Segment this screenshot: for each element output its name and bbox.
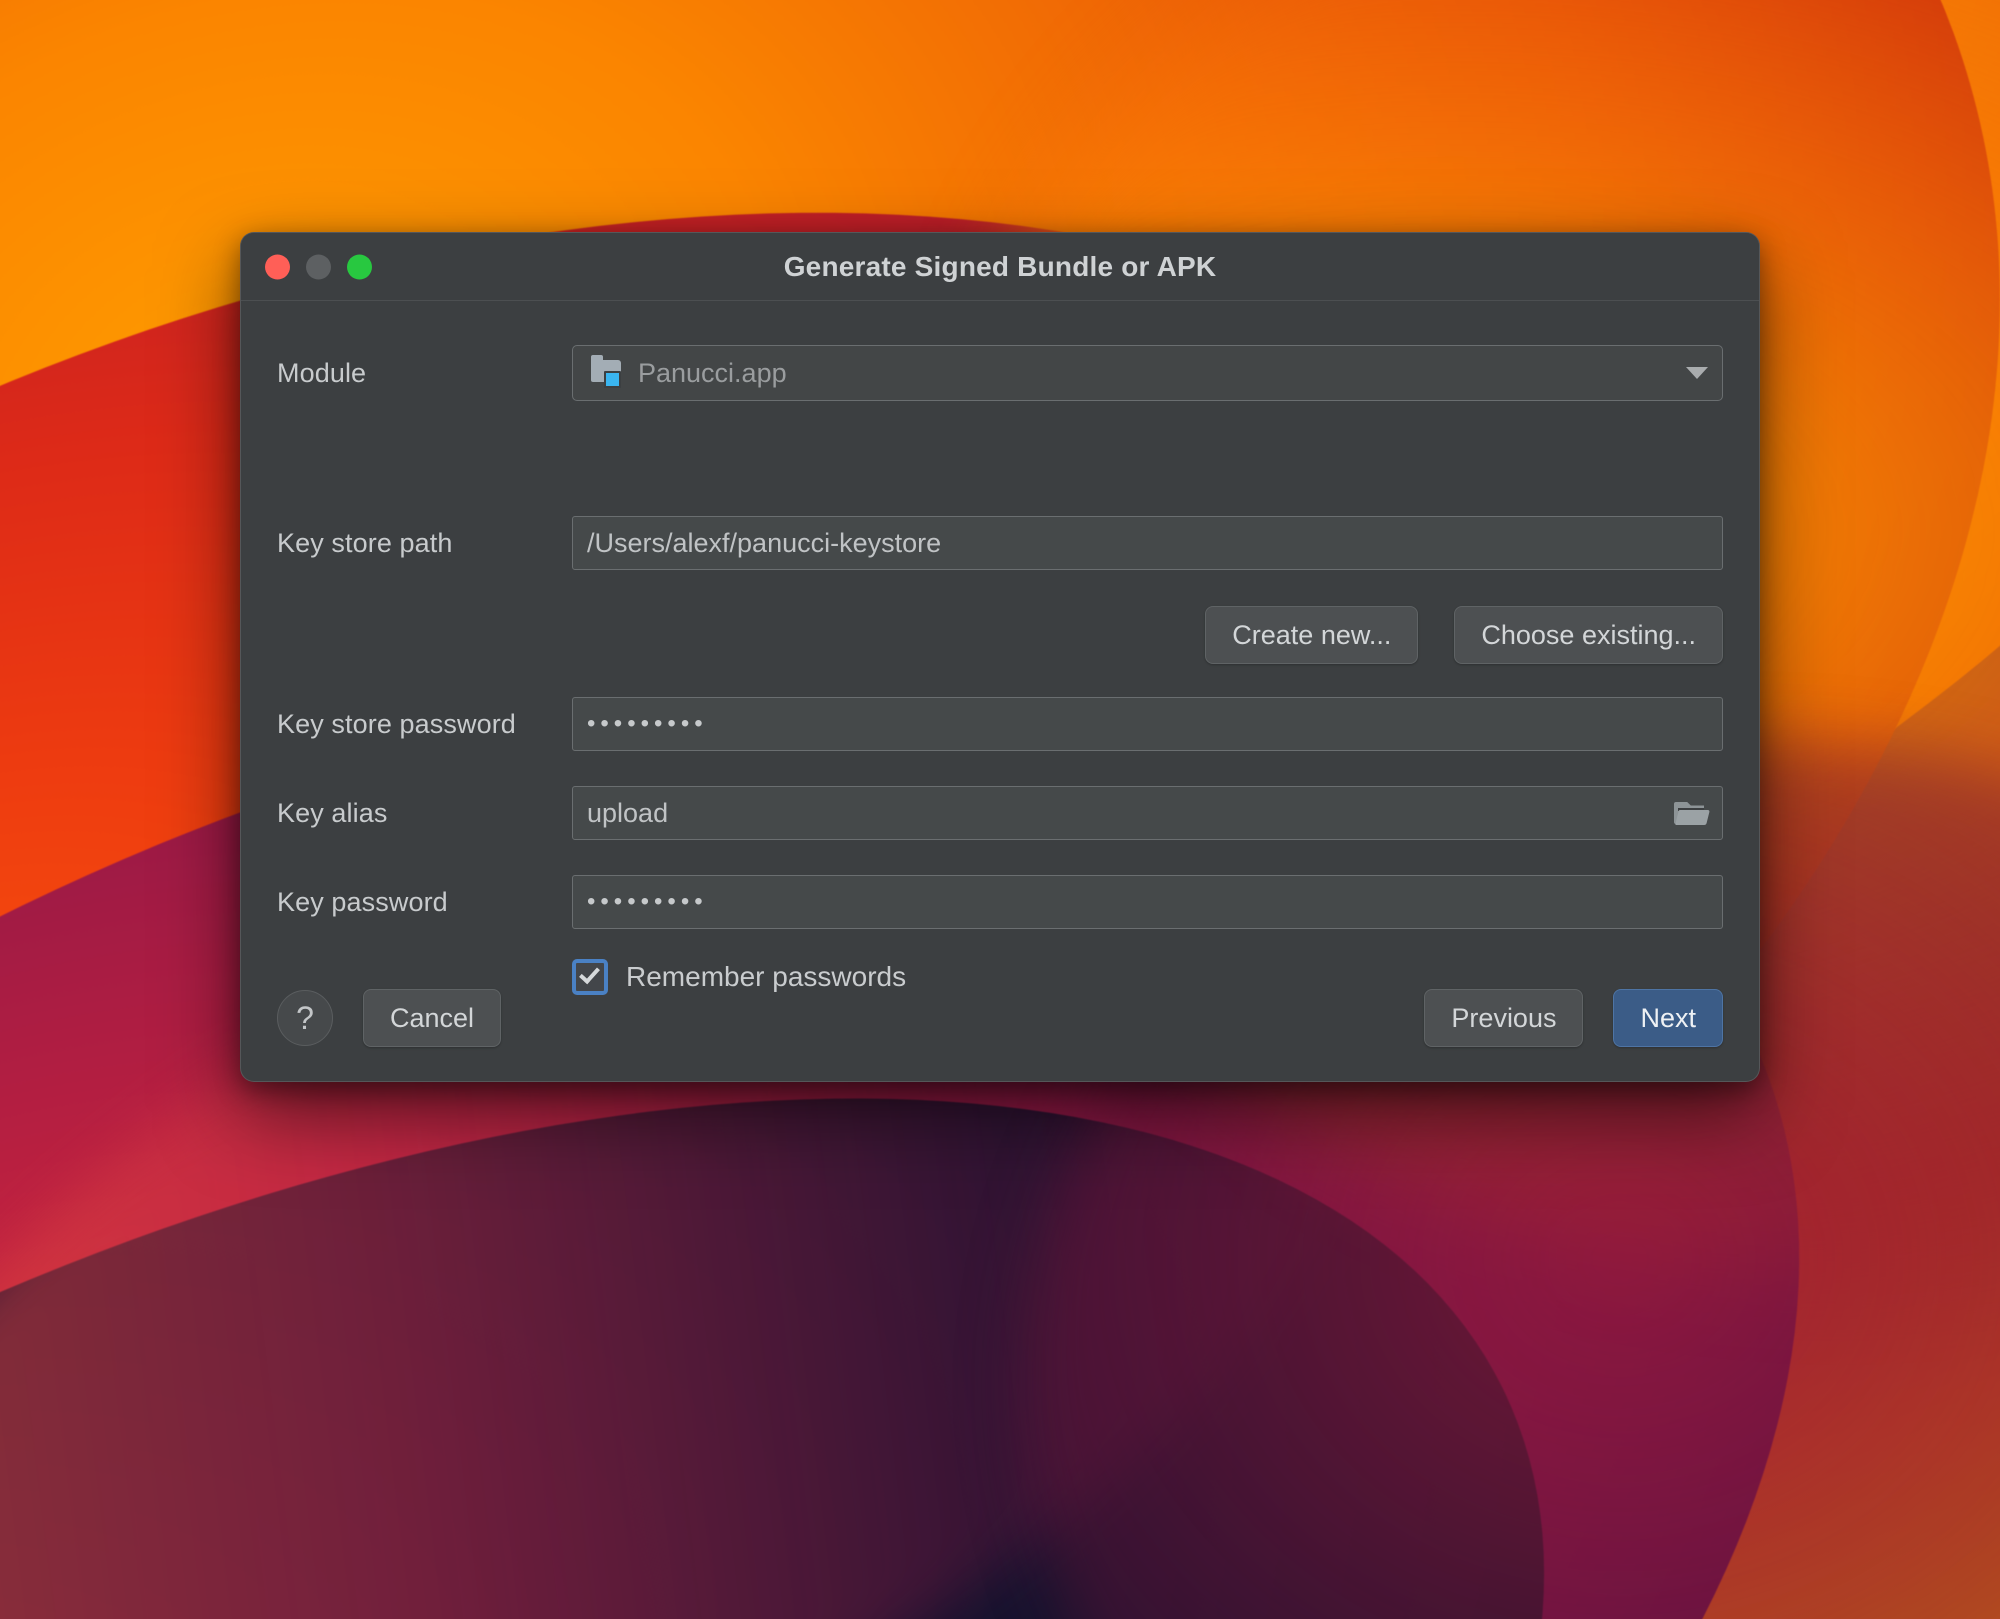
module-label: Module [277,357,367,388]
zoom-button[interactable] [347,254,372,279]
dialog-body: Module Panucci.app Key store path /Users… [241,301,1759,1081]
module-folder-icon [591,355,625,388]
key-alias-row: Key alias upload [277,786,1723,840]
module-combobox[interactable]: Panucci.app [572,345,1723,401]
key-password-input[interactable]: ••••••••• [572,875,1723,929]
key-store-path-row: Key store path /Users/alexf/panucci-keys… [277,516,1723,570]
module-value: Panucci.app [638,357,787,388]
key-alias-label: Key alias [277,797,388,828]
key-store-password-row: Key store password ••••••••• [277,697,1723,751]
chevron-down-icon[interactable] [1686,367,1708,379]
key-password-value: ••••••••• [587,888,708,915]
generate-signed-bundle-dialog: Generate Signed Bundle or APK Module Pan… [240,232,1760,1082]
cancel-button[interactable]: Cancel [363,989,502,1047]
key-store-path-label: Key store path [277,527,453,558]
choose-existing-button[interactable]: Choose existing... [1454,606,1723,664]
traffic-lights [265,254,372,279]
key-store-password-input[interactable]: ••••••••• [572,697,1723,751]
window-title: Generate Signed Bundle or APK [783,250,1217,282]
key-store-password-label: Key store password [277,708,516,739]
close-button[interactable] [265,254,290,279]
previous-button[interactable]: Previous [1424,989,1584,1047]
key-password-row: Key password ••••••••• [277,875,1723,929]
key-store-password-value: ••••••••• [587,710,708,737]
key-alias-input[interactable]: upload [572,786,1723,840]
minimize-button[interactable] [306,254,331,279]
keystore-actions: Create new... Choose existing... [277,606,1723,664]
check-icon [579,962,600,985]
open-folder-icon[interactable] [1674,799,1710,827]
create-new-button[interactable]: Create new... [1205,606,1419,664]
help-button[interactable]: ? [277,990,333,1046]
key-store-path-input[interactable]: /Users/alexf/panucci-keystore [572,516,1723,570]
module-row: Module Panucci.app [277,345,1723,401]
key-store-path-value: /Users/alexf/panucci-keystore [587,527,942,558]
key-alias-value: upload [587,797,669,828]
dialog-footer: ? Cancel Previous Next [277,989,1723,1047]
window-titlebar[interactable]: Generate Signed Bundle or APK [241,233,1759,301]
key-password-label: Key password [277,886,448,917]
next-button[interactable]: Next [1613,989,1723,1047]
